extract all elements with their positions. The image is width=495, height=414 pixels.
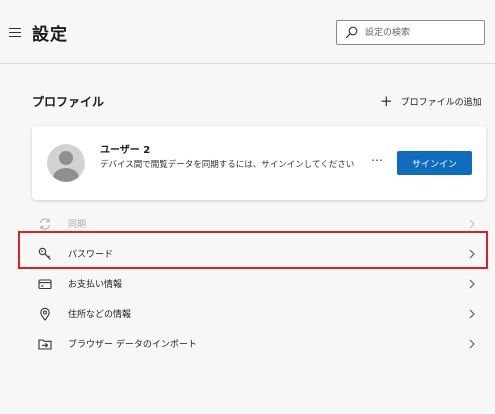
signin-button[interactable]: サインイン <box>397 151 472 175</box>
password-highlight-box <box>18 231 488 269</box>
sync-icon <box>39 218 51 230</box>
credit-card-icon <box>38 279 52 290</box>
menu-item-addresses[interactable]: 住所などの情報 <box>32 300 486 328</box>
menu-item-label: ブラウザー データのインポート <box>68 340 197 350</box>
hamburger-icon[interactable] <box>9 28 21 38</box>
add-profile-button[interactable]: + プロファイルの追加 <box>380 92 482 110</box>
menu-item-payment[interactable]: お支払い情報 <box>32 270 486 298</box>
profile-section-title: プロファイル <box>32 95 105 109</box>
person-icon <box>47 144 85 182</box>
top-bar: 設定 <box>0 0 495 63</box>
chevron-right-icon <box>469 309 475 319</box>
chevron-right-icon <box>469 219 475 229</box>
header-divider <box>0 63 495 64</box>
search-icon <box>345 26 358 39</box>
menu-item-import[interactable]: ブラウザー データのインポート <box>32 330 486 358</box>
search-box[interactable] <box>336 20 485 45</box>
avatar <box>47 144 85 182</box>
page-title: 設定 <box>32 25 68 45</box>
location-pin-icon <box>40 307 50 321</box>
user-name: ユーザー 2 <box>100 145 151 156</box>
chevron-right-icon <box>469 339 475 349</box>
plus-icon: + <box>380 91 393 110</box>
import-icon <box>38 339 52 350</box>
search-input[interactable] <box>365 24 480 42</box>
menu-item-label: 住所などの情報 <box>68 310 132 320</box>
menu-item-label: お支払い情報 <box>68 280 123 290</box>
profile-card: ユーザー 2 デバイス間で閲覧データを同期するには、サインインしてください … … <box>32 126 486 200</box>
add-profile-label: プロファイルの追加 <box>400 97 482 108</box>
menu-item-label: 同期 <box>68 220 87 230</box>
more-options-button[interactable]: … <box>371 150 384 164</box>
chevron-right-icon <box>469 279 475 289</box>
signin-message: デバイス間で閲覧データを同期するには、サインインしてください <box>100 160 355 170</box>
